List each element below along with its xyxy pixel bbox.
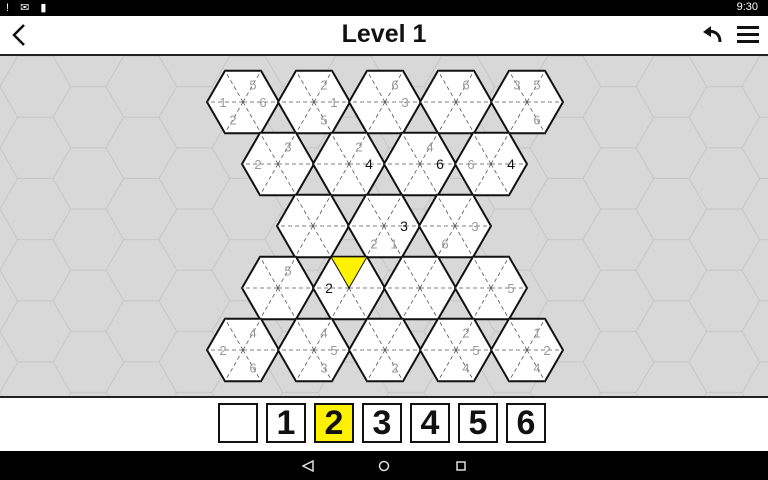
triangle-clue: 4 bbox=[426, 140, 433, 155]
page-title: Level 1 bbox=[341, 20, 427, 48]
puzzle-board: 5621215636563322446641233652546245322541… bbox=[0, 56, 768, 398]
triangle-clue: 6 bbox=[441, 236, 448, 251]
triangle-clue: 2 bbox=[219, 343, 226, 358]
number-button-3[interactable]: 3 bbox=[362, 403, 402, 443]
number-button-4[interactable]: 4 bbox=[410, 403, 450, 443]
system-nav-bar bbox=[0, 451, 768, 480]
number-button-5[interactable]: 5 bbox=[458, 403, 498, 443]
number-palette: 123456 bbox=[0, 398, 768, 451]
triangle-value: 6 bbox=[436, 156, 444, 172]
triangle-clue: 6 bbox=[391, 78, 398, 93]
nav-recents-icon[interactable] bbox=[449, 451, 473, 480]
status-bar: ! ✉ ▮ 9:30 bbox=[0, 0, 768, 16]
triangle-clue: 6 bbox=[467, 157, 474, 172]
app-header: Level 1 bbox=[0, 16, 768, 56]
triangle-clue: 1 bbox=[219, 95, 226, 110]
triangle-clue: 1 bbox=[390, 236, 397, 251]
triangle-clue: 6 bbox=[462, 78, 469, 93]
triangle-clue: 5 bbox=[507, 281, 514, 296]
hamburger-menu-icon[interactable] bbox=[734, 16, 762, 54]
triangle-clue: 3 bbox=[320, 360, 327, 375]
triangle-clue: 2 bbox=[370, 236, 377, 251]
triangle-clue: 4 bbox=[533, 360, 540, 375]
triangle-clue: 1 bbox=[533, 326, 540, 341]
triangle-clue: 5 bbox=[320, 112, 327, 127]
triangle-clue: 4 bbox=[320, 326, 327, 341]
status-time: 9:30 bbox=[736, 1, 758, 13]
triangle-clue: 3 bbox=[284, 140, 291, 155]
triangle-clue: 4 bbox=[462, 360, 469, 375]
triangle-value: 3 bbox=[400, 218, 408, 234]
number-button-6[interactable]: 6 bbox=[506, 403, 546, 443]
triangle-value: 4 bbox=[365, 156, 373, 172]
triangle-value: 2 bbox=[325, 280, 333, 296]
triangle-clue: 2 bbox=[254, 157, 261, 172]
triangle-clue: 2 bbox=[462, 326, 469, 341]
triangle-clue: 6 bbox=[533, 112, 540, 127]
undo-icon[interactable] bbox=[698, 16, 726, 54]
number-button-2[interactable]: 2 bbox=[314, 403, 354, 443]
nav-home-icon[interactable] bbox=[372, 451, 396, 480]
triangle-clue: 3 bbox=[513, 78, 520, 93]
triangle-clue: 2 bbox=[229, 112, 236, 127]
triangle-clue: 6 bbox=[249, 360, 256, 375]
triangle-clue: 3 bbox=[471, 219, 478, 234]
status-icons: ! ✉ ▮ bbox=[6, 2, 51, 14]
hex-grid: 5621215636 563322446 6 4123 3652 5462453 22541… bbox=[0, 56, 768, 396]
triangle-value: 4 bbox=[507, 156, 515, 172]
triangle-clue: 2 bbox=[355, 140, 362, 155]
triangle-clue: 5 bbox=[472, 343, 479, 358]
triangle-clue: 2 bbox=[391, 360, 398, 375]
triangle-clue: 1 bbox=[330, 95, 337, 110]
triangle-clue: 5 bbox=[533, 78, 540, 93]
number-button-1[interactable]: 1 bbox=[266, 403, 306, 443]
triangle-clue: 6 bbox=[259, 95, 266, 110]
triangle-clue: 5 bbox=[249, 78, 256, 93]
triangle-clue: 5 bbox=[330, 343, 337, 358]
triangle-clue: 4 bbox=[249, 326, 256, 341]
triangle-clue: 2 bbox=[543, 343, 550, 358]
clear-button[interactable] bbox=[218, 403, 258, 443]
triangle-clue: 2 bbox=[320, 78, 327, 93]
nav-back-icon[interactable] bbox=[296, 451, 320, 480]
triangle-clue: 3 bbox=[401, 95, 408, 110]
triangle-clue: 5 bbox=[284, 264, 291, 279]
